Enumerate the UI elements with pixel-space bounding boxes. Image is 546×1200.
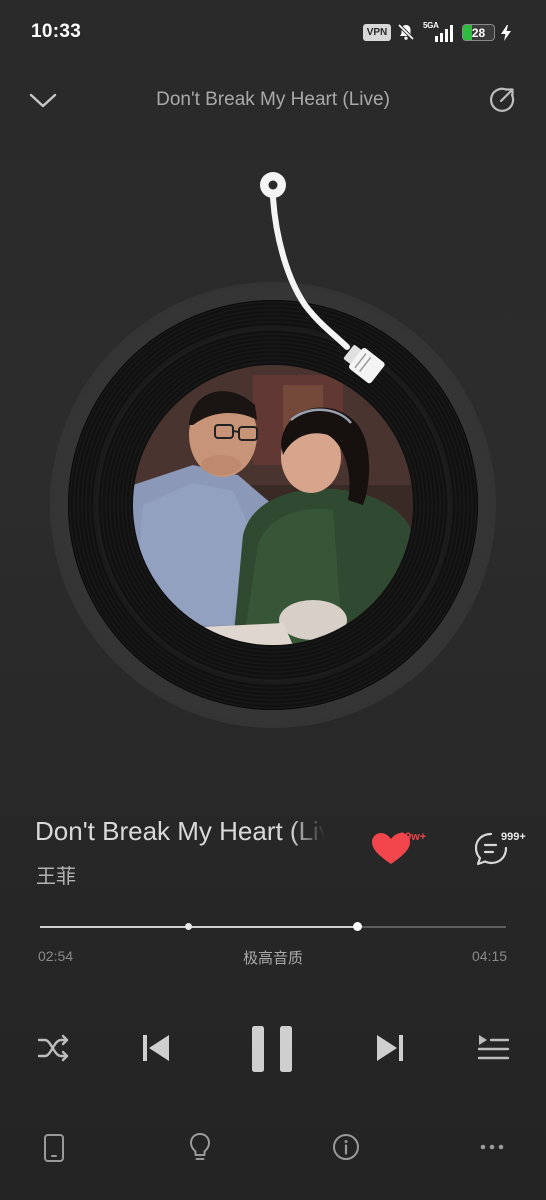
comment-count: 999+ [501,831,526,843]
bell-off-icon [397,23,415,41]
audio-quality-button[interactable]: 极高音质 [213,947,333,968]
skip-previous-icon[interactable] [140,1032,172,1064]
artist-name[interactable]: 王菲 [36,860,76,889]
like-count: 29w+ [399,831,427,843]
progress-bar[interactable] [40,922,506,931]
battery-icon: 28 [462,24,495,41]
charging-icon [501,25,511,41]
current-time: 02:54 [38,948,74,964]
playlist-icon[interactable] [476,1032,510,1064]
status-time: 10:33 [31,21,82,42]
song-title: Don't Break My Heart (Live) [35,816,325,846]
progress-marker [184,923,192,930]
album-cover [133,365,413,645]
share-icon[interactable] [487,84,519,116]
vpn-badge: VPN [363,24,391,41]
skip-next-icon[interactable] [374,1032,406,1064]
progress-played [40,926,358,928]
device-icon[interactable] [42,1133,66,1163]
pause-icon[interactable] [248,1024,296,1074]
signal-icon [435,25,453,42]
info-icon[interactable] [332,1133,360,1161]
total-time: 04:15 [472,948,508,964]
tonearm [255,167,385,384]
shuffle-icon[interactable] [36,1032,72,1064]
more-icon[interactable] [478,1140,506,1154]
chevron-down-icon[interactable] [28,88,58,112]
header-song-title: Don't Break My Heart (Live) [156,89,390,110]
lightbulb-icon[interactable] [188,1132,212,1164]
signal-indicator: 5GA [423,21,457,43]
battery-level-text: 28 [471,25,486,40]
progress-thumb[interactable] [353,922,363,931]
